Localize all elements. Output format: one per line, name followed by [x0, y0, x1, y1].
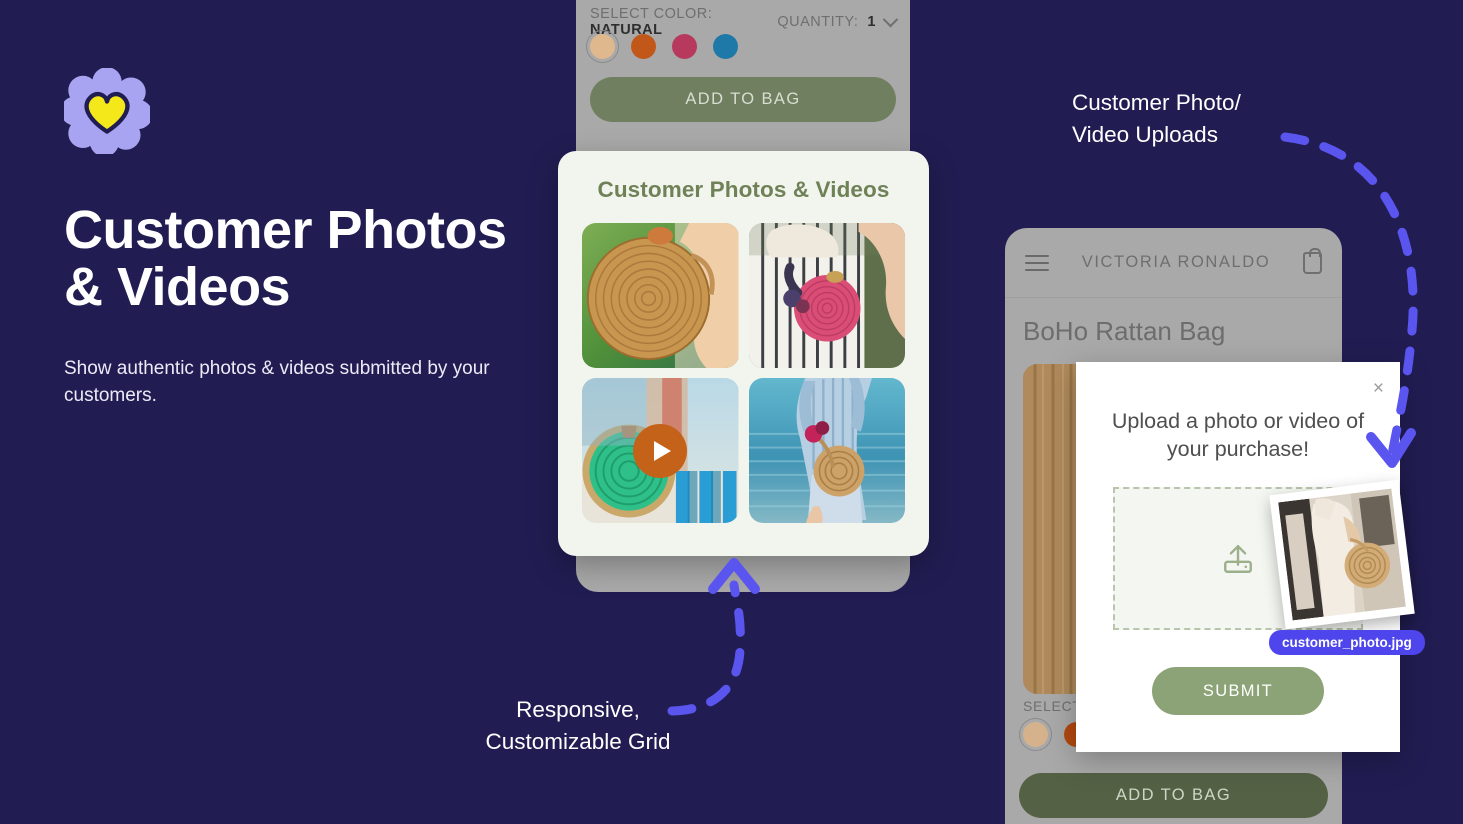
quantity-stepper[interactable]: QUANTITY: 1: [777, 11, 899, 30]
gallery-grid: [582, 223, 905, 523]
play-icon[interactable]: [633, 423, 688, 478]
color-swatch-burnt-orange[interactable]: [631, 34, 656, 59]
annotation-uploads: Customer Photo/ Video Uploads: [1072, 87, 1241, 151]
submit-button[interactable]: SUBMIT: [1152, 667, 1324, 715]
color-swatch-steel-blue[interactable]: [713, 34, 738, 59]
color-swatch-natural[interactable]: [1019, 718, 1052, 751]
annotation-grid: Responsive, Customizable Grid: [463, 694, 693, 758]
flower-heart-logo: [64, 68, 150, 154]
gallery-tile[interactable]: [582, 223, 739, 368]
photo-rattan-bag-closeup: [582, 223, 739, 368]
annotation-uploads-line2: Video Uploads: [1072, 121, 1218, 147]
page-subtitle: Show authentic photos & videos submitted…: [64, 358, 490, 407]
gallery-tile[interactable]: [748, 223, 905, 368]
annotation-grid-line2: Customizable Grid: [485, 728, 671, 754]
close-icon[interactable]: ×: [1373, 379, 1384, 398]
hamburger-menu-icon[interactable]: [1025, 250, 1049, 276]
gallery-tile[interactable]: [582, 378, 739, 523]
chevron-down-icon: [882, 11, 899, 27]
quantity-label: QUANTITY:: [777, 14, 859, 30]
color-swatch-natural[interactable]: [586, 30, 619, 63]
slide-canvas: Customer Photos & Videos Show authentic …: [0, 0, 1463, 824]
product-title: BoHo Rattan Bag: [1023, 316, 1226, 346]
dashed-curved-arrow-up: [667, 580, 745, 716]
store-name: VICTORIA RONALDO: [1081, 253, 1271, 271]
play-triangle: [654, 440, 672, 461]
upload-icon: [1224, 544, 1252, 573]
add-to-bag-button[interactable]: ADD TO BAG: [590, 77, 896, 122]
dragged-photo-image: [1278, 488, 1406, 621]
customer-gallery-card: Customer Photos & Videos: [558, 151, 929, 556]
store-header: VICTORIA RONALDO: [1005, 228, 1342, 298]
modal-heading: Upload a photo or video of your purchase…: [1111, 409, 1365, 462]
photo-beach-rattan-bag: [748, 378, 905, 523]
page-title: Customer Photos & Videos: [64, 200, 507, 318]
add-to-bag-label: ADD TO BAG: [1115, 786, 1232, 804]
annotation-grid-line1: Responsive,: [516, 697, 640, 722]
quantity-value: 1: [867, 14, 876, 30]
add-to-bag-button[interactable]: ADD TO BAG: [1019, 773, 1328, 818]
photo-pink-rattan-bag: [748, 223, 905, 368]
shopping-bag-icon[interactable]: [1303, 247, 1322, 274]
select-color-label: SELECT COLOR:: [590, 6, 713, 22]
left-copy-panel: Customer Photos & Videos Show authentic …: [64, 68, 534, 410]
annotation-uploads-line1: Customer Photo/: [1072, 90, 1241, 115]
add-to-bag-label: ADD TO BAG: [685, 90, 801, 108]
file-name-badge: customer_photo.jpg: [1269, 630, 1425, 655]
gallery-tile[interactable]: [748, 378, 905, 523]
color-swatch-list[interactable]: [586, 30, 896, 63]
color-swatch-rose[interactable]: [672, 34, 697, 59]
dragged-customer-photo[interactable]: [1269, 479, 1415, 630]
gallery-title: Customer Photos & Videos: [597, 177, 890, 202]
